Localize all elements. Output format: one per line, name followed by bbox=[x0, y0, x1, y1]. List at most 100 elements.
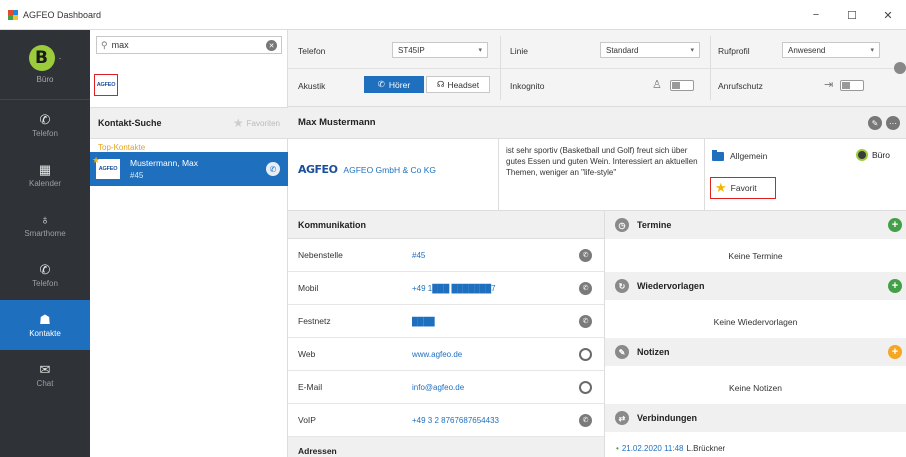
hoerer-button[interactable]: ✆ Hörer bbox=[364, 76, 424, 93]
section-title: Notizen bbox=[637, 347, 670, 357]
row-value[interactable]: +49 3 2 8767687654433 bbox=[412, 416, 499, 425]
nav-item-telefon[interactable]: ✆ Telefon bbox=[0, 100, 90, 150]
phone-toolbar: Telefon ST45IP ▾ Linie Standard ▾ Rufprofi… bbox=[288, 30, 906, 107]
contact-detail-header: Max Mustermann ✎ ⋯ bbox=[288, 107, 906, 139]
call-button[interactable]: ✆ bbox=[266, 162, 280, 176]
open-link-icon[interactable] bbox=[579, 347, 592, 361]
table-row: Festnetz ████ ✆ bbox=[288, 305, 604, 338]
nav-item-kalender[interactable]: ▦ Kalender bbox=[0, 150, 90, 200]
headset-button[interactable]: ☊ Headset bbox=[426, 76, 490, 93]
favorite-toggle[interactable]: ★ Favorit bbox=[710, 177, 776, 199]
row-label: Nebenstelle bbox=[298, 250, 343, 260]
row-value[interactable]: www.agfeo.de bbox=[412, 350, 462, 359]
clock-icon: ◷ bbox=[615, 218, 629, 232]
contact-search-title: Kontakt-Suche bbox=[98, 118, 162, 128]
search-box: ⚲ ✕ bbox=[96, 36, 282, 54]
row-label: Web bbox=[298, 349, 316, 359]
maximize-button[interactable]: ☐ bbox=[834, 0, 870, 30]
profile-area[interactable]: B · Büro bbox=[0, 30, 90, 100]
presence-label: Büro bbox=[872, 150, 890, 160]
rufprofil-select-value: Anwesend bbox=[788, 45, 826, 55]
nav-item-telefon-2[interactable]: ✆ Telefon bbox=[0, 250, 90, 300]
connection-time: 21.02.2020 11:48 bbox=[621, 444, 684, 453]
inkognito-label: Inkognito bbox=[510, 81, 545, 91]
app-logo-icon bbox=[8, 9, 18, 20]
contact-extension: #45 bbox=[130, 171, 144, 180]
do-not-disturb-icon: ⇥ bbox=[824, 79, 834, 91]
row-label: Mobil bbox=[298, 283, 319, 293]
termine-header: ◷ Termine + bbox=[605, 211, 906, 239]
call-icon[interactable]: ✆ bbox=[579, 314, 592, 328]
nav-item-label: Chat bbox=[36, 378, 54, 388]
company-filter-logo[interactable]: AGFEO bbox=[94, 74, 118, 96]
nav-item-chat[interactable]: ✉ Chat bbox=[0, 350, 90, 400]
list-item[interactable]: • 21.02.2020 11:48 L.Brückner bbox=[616, 444, 725, 453]
contact-thumbnail: ★ AGFEO bbox=[92, 155, 120, 179]
contact-name: Mustermann, Max bbox=[130, 158, 199, 168]
avatar[interactable]: B bbox=[28, 45, 55, 71]
anrufschutz-label: Anrufschutz bbox=[718, 81, 763, 91]
nav-item-label: Smarthome bbox=[24, 228, 66, 238]
connections-icon: ⇄ bbox=[615, 411, 629, 425]
call-icon[interactable]: ✆ bbox=[579, 413, 592, 427]
left-navigation: B · Büro ✆ Telefon ▦ Kalender ♁ Smarthom… bbox=[0, 30, 90, 457]
contact-info-area: AGFEO AGFEO GmbH & Co KG ist sehr sporti… bbox=[288, 139, 906, 211]
category-item[interactable]: Allgemein bbox=[712, 149, 767, 161]
agfeo-logo-icon: AGFEO bbox=[96, 82, 116, 88]
call-icon[interactable]: ✆ bbox=[579, 248, 592, 262]
add-reminder-button[interactable]: + bbox=[888, 279, 902, 293]
phone-icon: ✆ bbox=[39, 261, 51, 277]
agfeo-logo-icon: AGFEO bbox=[98, 166, 118, 172]
add-note-button[interactable]: + bbox=[888, 345, 902, 359]
list-item[interactable]: ★ AGFEO Mustermann, Max #45 ✆ bbox=[90, 152, 288, 186]
add-appointment-button[interactable]: + bbox=[888, 218, 902, 232]
nav-item-label: Kontakte bbox=[29, 328, 61, 338]
row-value[interactable]: #45 bbox=[412, 251, 425, 260]
call-icon[interactable]: ✆ bbox=[579, 281, 592, 295]
star-icon: ★ bbox=[232, 116, 244, 130]
company-name[interactable]: AGFEO GmbH & Co KG bbox=[343, 165, 436, 175]
send-mail-icon[interactable] bbox=[579, 380, 592, 394]
toolbar-scroll-handle[interactable] bbox=[894, 62, 906, 74]
search-input[interactable] bbox=[111, 40, 252, 50]
close-button[interactable]: ✕ bbox=[870, 0, 906, 30]
favorites-label: Favoriten bbox=[246, 118, 280, 128]
rufprofil-label: Rufprofil bbox=[718, 46, 750, 56]
inkognito-toggle[interactable] bbox=[670, 80, 694, 91]
headset-label: Headset bbox=[447, 79, 480, 90]
profile-menu-icon[interactable]: · bbox=[59, 53, 62, 63]
nav-item-smarthome[interactable]: ♁ Smarthome bbox=[0, 200, 90, 250]
adressen-header: Adressen bbox=[288, 437, 604, 457]
row-label: VoIP bbox=[298, 415, 316, 425]
window-title: AGFEO Dashboard bbox=[23, 9, 102, 20]
profile-status: Büro bbox=[36, 75, 54, 84]
favorite-label: Favorit bbox=[730, 183, 757, 193]
rufprofil-select[interactable]: Anwesend ▾ bbox=[782, 42, 880, 58]
anrufschutz-toggle[interactable] bbox=[840, 80, 864, 91]
termine-empty: Keine Termine bbox=[605, 239, 906, 272]
contact-detail-name: Max Mustermann bbox=[298, 117, 376, 128]
linie-select[interactable]: Standard ▾ bbox=[600, 42, 700, 58]
headset-icon: ☊ bbox=[436, 79, 445, 89]
kommunikation-header: Kommunikation bbox=[288, 211, 604, 239]
search-icon: ⚲ bbox=[101, 39, 108, 50]
row-value[interactable]: +49 1███ ███████7 bbox=[412, 284, 496, 293]
favorites-filter[interactable]: ★ Favoriten bbox=[233, 116, 280, 130]
row-value[interactable]: ████ bbox=[412, 317, 435, 326]
clear-search-icon[interactable]: ✕ bbox=[266, 40, 277, 51]
akustik-label: Akustik bbox=[298, 81, 326, 91]
table-row: Nebenstelle #45 ✆ bbox=[288, 239, 604, 272]
hoerer-label: Hörer bbox=[388, 79, 411, 90]
telefon-select[interactable]: ST45IP ▾ bbox=[392, 42, 488, 58]
edit-contact-button[interactable]: ✎ bbox=[868, 116, 882, 130]
more-button[interactable]: ⋯ bbox=[886, 116, 900, 130]
table-row: E-Mail info@agfeo.de bbox=[288, 371, 604, 404]
row-value[interactable]: info@agfeo.de bbox=[412, 383, 464, 392]
main-content: Telefon ST45IP ▾ Linie Standard ▾ Rufprofi… bbox=[288, 30, 906, 457]
bullet-icon: • bbox=[616, 444, 619, 453]
incognito-icon: ♙ bbox=[652, 79, 662, 91]
nav-item-kontakte[interactable]: ☗ Kontakte bbox=[0, 300, 90, 350]
minimize-button[interactable]: − bbox=[798, 0, 834, 30]
linie-label: Linie bbox=[510, 46, 528, 56]
telefon-select-value: ST45IP bbox=[398, 45, 425, 55]
